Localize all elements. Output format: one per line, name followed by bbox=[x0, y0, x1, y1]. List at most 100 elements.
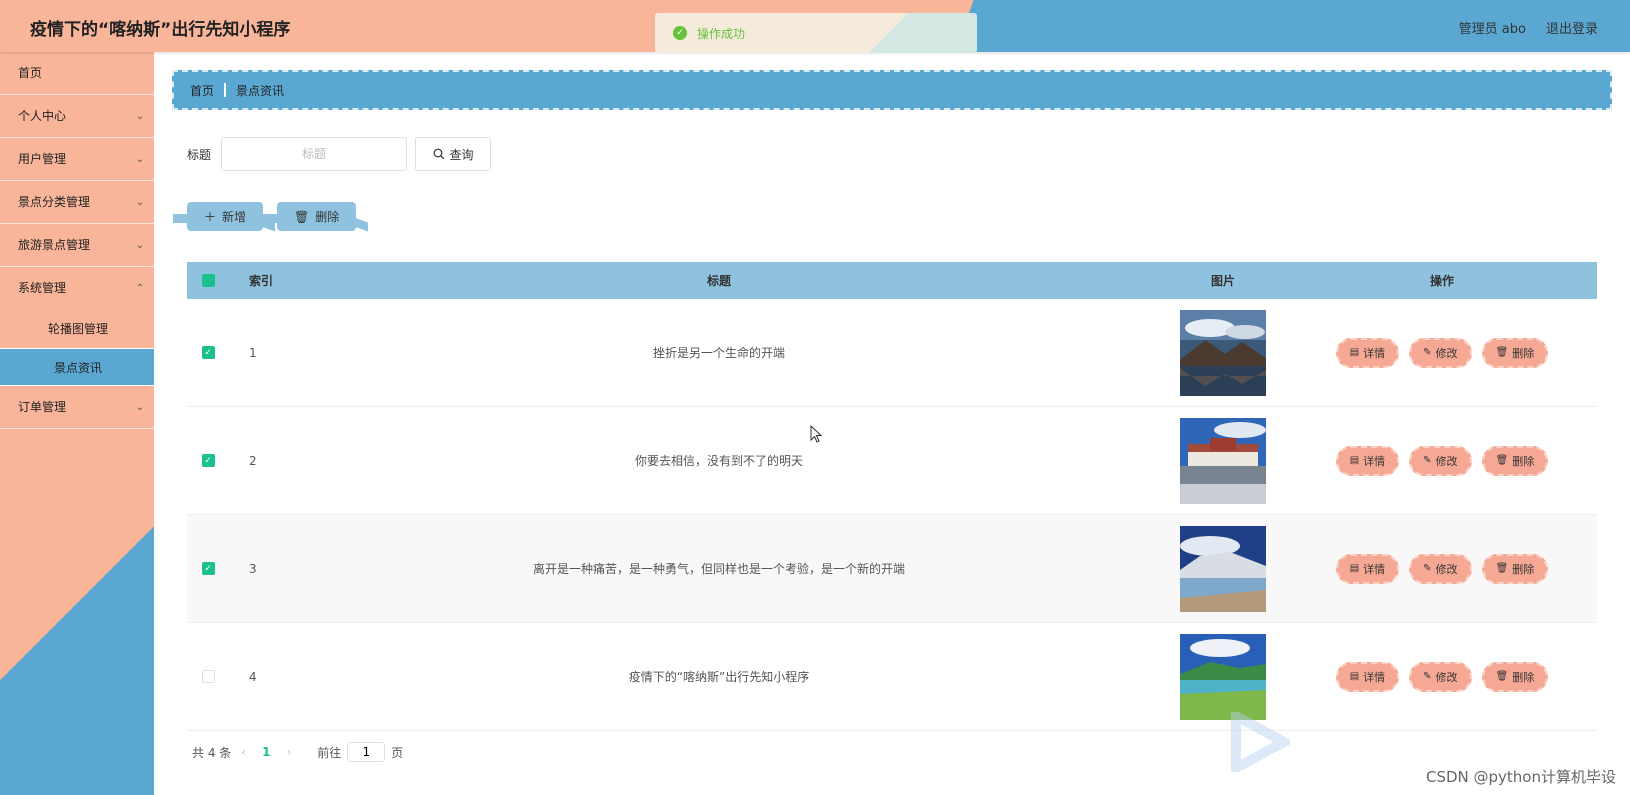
sidebar-item-label: 旅游景点管理 bbox=[18, 238, 91, 252]
edit-icon: ✎ bbox=[1423, 671, 1432, 682]
sidebar-item-user-management[interactable]: 用户管理 ⌄ bbox=[0, 138, 154, 181]
row-index: 3 bbox=[249, 561, 257, 576]
thumbnail-image bbox=[1180, 309, 1266, 396]
edit-label: 修改 bbox=[1435, 454, 1458, 468]
detail-button[interactable]: ▤ 详情 bbox=[1335, 337, 1400, 368]
thumbnail-image bbox=[1180, 525, 1266, 612]
edit-icon: ✎ bbox=[1423, 455, 1432, 466]
row-title: 离开是一种痛苦，是一种勇气，但同样也是一个考验，是一个新的开端 bbox=[532, 562, 905, 576]
row-index: 1 bbox=[249, 345, 257, 360]
trash-icon: 🗑 bbox=[1495, 563, 1509, 574]
thumbnail-image bbox=[1180, 633, 1266, 720]
detail-button[interactable]: ▤ 详情 bbox=[1335, 661, 1400, 692]
next-page-icon[interactable]: › bbox=[286, 745, 291, 759]
trash-icon: 🗑 bbox=[294, 209, 310, 224]
edit-button[interactable]: ✎ 修改 bbox=[1409, 661, 1472, 692]
edit-icon: ✎ bbox=[1423, 563, 1432, 574]
delete-label: 删除 bbox=[1512, 346, 1535, 360]
chevron-down-icon: ⌄ bbox=[135, 197, 144, 208]
detail-label: 详情 bbox=[1363, 562, 1386, 576]
row-checkbox[interactable]: ✓ bbox=[201, 454, 215, 467]
sidebar-item-spot-management[interactable]: 旅游景点管理 ⌄ bbox=[0, 224, 154, 267]
row-checkbox[interactable]: ✓ bbox=[201, 562, 215, 575]
news-table: 索引 标题 图片 操作 ✓ 1 挫折是另一个生命的开端 ▤ 详情 ✎ 修改 🗑 删除 bbox=[187, 262, 1597, 731]
csdn-watermark: CSDN @python计算机毕设 bbox=[1425, 768, 1616, 786]
search-label: 标题 bbox=[187, 147, 212, 162]
query-button-label: 查询 bbox=[449, 147, 474, 162]
table-header: 索引 标题 图片 操作 bbox=[187, 262, 1597, 299]
edit-label: 修改 bbox=[1435, 346, 1458, 360]
action-toolbar: ＋ 新增 🗑 删除 bbox=[172, 202, 357, 231]
edit-icon: ✎ bbox=[1423, 347, 1432, 358]
title-search-input[interactable] bbox=[221, 137, 408, 171]
row-index: 4 bbox=[249, 669, 257, 684]
add-button-label: 新增 bbox=[222, 210, 247, 224]
table-row: ✓ 2 你要去相信，没有到不了的明天 ▤ 详情 ✎ 修改 🗑 删除 bbox=[187, 407, 1597, 515]
logout-link[interactable]: 退出登录 bbox=[1546, 18, 1598, 37]
delete-label: 删除 bbox=[1512, 670, 1535, 684]
thumbnail-image bbox=[1180, 417, 1266, 504]
breadcrumb-current: 景点资讯 bbox=[236, 83, 285, 98]
document-icon: ▤ bbox=[1349, 671, 1360, 682]
sidebar-item-label: 订单管理 bbox=[18, 400, 67, 414]
query-button[interactable]: 查询 bbox=[415, 137, 492, 171]
page-jump-input[interactable] bbox=[347, 742, 386, 762]
table-row: ✓ 3 离开是一种痛苦，是一种勇气，但同样也是一个考验，是一个新的开端 ▤ 详情 … bbox=[187, 515, 1597, 623]
search-bar: 标题 查询 bbox=[187, 137, 492, 171]
prev-page-icon[interactable]: ‹ bbox=[241, 745, 246, 759]
sidebar-item-order-management[interactable]: 订单管理 ⌄ bbox=[0, 386, 154, 429]
batch-delete-label: 删除 bbox=[315, 210, 340, 224]
col-header-image: 图片 bbox=[1210, 274, 1235, 288]
chevron-down-icon: ⌄ bbox=[135, 111, 144, 122]
sidebar-item-label: 系统管理 bbox=[18, 281, 67, 295]
page-number[interactable]: 1 bbox=[262, 745, 270, 759]
pagination: 共 4 条 ‹ 1 › 前往 页 bbox=[192, 742, 403, 762]
delete-button[interactable]: 🗑 删除 bbox=[1481, 337, 1549, 368]
sidebar-item-category-management[interactable]: 景点分类管理 ⌄ bbox=[0, 181, 154, 224]
detail-button[interactable]: ▤ 详情 bbox=[1335, 445, 1400, 476]
sidebar-item-system-management[interactable]: 系统管理 ⌃ bbox=[0, 267, 154, 310]
edit-button[interactable]: ✎ 修改 bbox=[1409, 445, 1472, 476]
sidebar-item-personal-center[interactable]: 个人中心 ⌄ bbox=[0, 95, 154, 138]
success-toast: ✓ 操作成功 bbox=[655, 13, 977, 53]
row-checkbox[interactable] bbox=[201, 670, 215, 683]
chevron-down-icon: ⌄ bbox=[135, 240, 144, 251]
app-title: 疫情下的“喀纳斯”出行先知小程序 bbox=[30, 20, 291, 40]
goto-label: 前往 bbox=[317, 745, 342, 760]
row-title: 你要去相信，没有到不了的明天 bbox=[634, 454, 803, 468]
sidebar-item-label: 个人中心 bbox=[18, 109, 67, 123]
breadcrumb-home[interactable]: 首页 bbox=[190, 82, 214, 99]
delete-button[interactable]: 🗑 删除 bbox=[1481, 661, 1549, 692]
trash-icon: 🗑 bbox=[1495, 671, 1509, 682]
delete-button[interactable]: 🗑 删除 bbox=[1481, 445, 1549, 476]
row-title: 挫折是另一个生命的开端 bbox=[652, 346, 785, 360]
admin-user-label[interactable]: 管理员 abo bbox=[1459, 18, 1526, 37]
add-button[interactable]: ＋ 新增 bbox=[172, 202, 264, 231]
play-logo-icon bbox=[1231, 712, 1290, 772]
edit-label: 修改 bbox=[1435, 562, 1458, 576]
document-icon: ▤ bbox=[1349, 455, 1360, 466]
select-all-checkbox[interactable] bbox=[201, 274, 215, 287]
plus-icon: ＋ bbox=[204, 210, 217, 224]
pagination-total: 共 4 条 bbox=[192, 745, 232, 760]
detail-button[interactable]: ▤ 详情 bbox=[1335, 553, 1400, 584]
edit-button[interactable]: ✎ 修改 bbox=[1409, 553, 1472, 584]
col-header-index: 索引 bbox=[249, 274, 274, 288]
delete-button[interactable]: 🗑 删除 bbox=[1481, 553, 1549, 584]
table-row: 4 疫情下的“喀纳斯”出行先知小程序 ▤ 详情 ✎ 修改 🗑 删除 bbox=[187, 623, 1597, 731]
sidebar-item-home[interactable]: 首页 bbox=[0, 52, 154, 95]
sidebar-item-label: 首页 bbox=[18, 66, 43, 80]
row-index: 2 bbox=[249, 453, 257, 468]
delete-label: 删除 bbox=[1512, 454, 1535, 468]
check-circle-icon: ✓ bbox=[673, 26, 687, 40]
sidebar-subitem-carousel[interactable]: 轮播图管理 bbox=[0, 310, 154, 348]
row-checkbox[interactable]: ✓ bbox=[201, 346, 215, 359]
mouse-cursor-icon bbox=[810, 425, 822, 443]
trash-icon: 🗑 bbox=[1495, 455, 1509, 466]
edit-button[interactable]: ✎ 修改 bbox=[1409, 337, 1472, 368]
header-right: 管理员 abo 退出登录 bbox=[1459, 18, 1598, 37]
document-icon: ▤ bbox=[1349, 563, 1360, 574]
sidebar-subitem-spot-news[interactable]: 景点资讯 bbox=[0, 348, 154, 386]
batch-delete-button[interactable]: 🗑 删除 bbox=[262, 202, 357, 231]
toast-message: 操作成功 bbox=[697, 26, 746, 41]
